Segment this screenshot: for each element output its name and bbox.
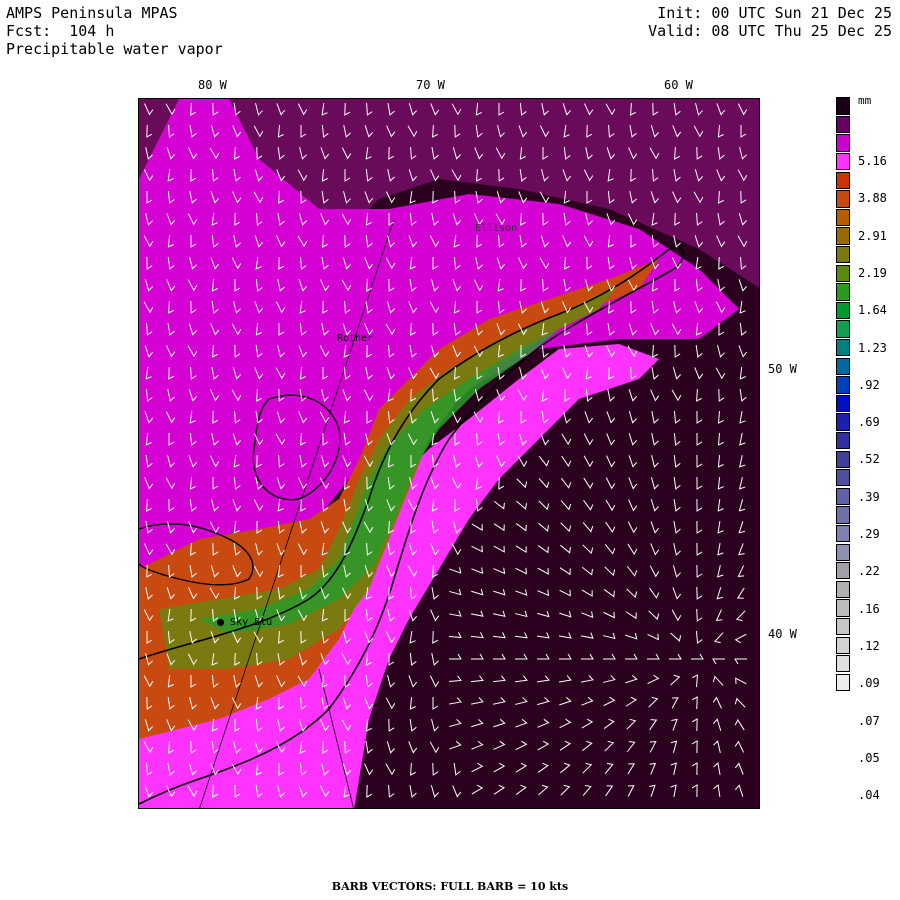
legend-label: 2.19 (858, 265, 887, 280)
map-canvas (139, 99, 759, 808)
station-ellison[interactable]: Ellison (475, 223, 517, 234)
legend-color-box (836, 543, 850, 561)
legend-color-box (836, 115, 850, 134)
legend-label: .09 (858, 676, 880, 691)
legend-label: .52 (858, 452, 880, 467)
legend-color-box (836, 673, 850, 691)
legend-color-box (836, 97, 850, 115)
legend-color-box (836, 394, 850, 413)
longitude-label-60w: 60 W (664, 78, 693, 92)
legend-color-box (836, 431, 850, 450)
legend-color-box (836, 376, 850, 394)
station-rother[interactable]: Rother (337, 333, 373, 344)
legend-color-box (836, 320, 850, 338)
legend-color-box (836, 655, 850, 673)
legend-color-box (836, 134, 850, 152)
legend-label: 5.16 (858, 154, 887, 168)
legend-color-box (836, 599, 850, 617)
map-panel[interactable]: Sky Blu Rother Ellison (138, 98, 760, 809)
legend-label: .29 (858, 527, 880, 541)
legend-color-box (836, 153, 850, 171)
legend-label: 2.91 (858, 228, 887, 243)
latitude-label-50w: 50 W (768, 362, 797, 376)
legend-color-box (836, 562, 850, 580)
legend-color-box (836, 264, 850, 282)
barb-vector-note: BARB VECTORS: FULL BARB = 10 kts (331, 880, 569, 893)
legend-label: .22 (858, 564, 880, 579)
legend-color-box (836, 357, 850, 375)
legend-label: .04 (858, 788, 880, 803)
legend-label: 1.64 (858, 303, 887, 318)
legend-color-box (836, 506, 850, 524)
legend-color-box (836, 246, 850, 264)
color-legend (836, 96, 850, 691)
legend-label: .92 (858, 377, 880, 392)
legend-color-box (836, 301, 850, 320)
legend-color-box (836, 171, 850, 189)
legend-units: mm (858, 94, 872, 107)
legend-color-box (836, 208, 850, 227)
longitude-label-80w: 80 W (198, 78, 227, 92)
legend-color-box (836, 450, 850, 468)
legend-color-box (836, 487, 850, 506)
valid-time: Valid: 08 UTC Thu 25 Dec 25 (648, 22, 892, 40)
legend-color-box (836, 617, 850, 636)
legend-color-box (836, 469, 850, 487)
station-label: Rother (337, 333, 374, 344)
legend-color-box (836, 339, 850, 357)
legend-label: .39 (858, 489, 880, 504)
station-label: Ellison (475, 223, 518, 234)
legend-color-box (836, 524, 850, 543)
legend-label: .07 (858, 713, 880, 728)
latitude-label-40w: 40 W (768, 627, 797, 641)
station-sky-blu[interactable]: Sky Blu (217, 617, 272, 629)
station-dot-icon (217, 619, 224, 626)
station-label: Sky Blu (230, 617, 273, 628)
legend-label: .16 (858, 601, 880, 616)
init-time: Init: 00 UTC Sun 21 Dec 25 (657, 4, 892, 22)
forecast-hour: Fcst: 104 h (6, 22, 115, 40)
legend-color-box (836, 580, 850, 599)
legend-label: 3.88 (858, 191, 887, 206)
legend-color-box (836, 636, 850, 654)
header-left: AMPS Peninsula MPAS Fcst: 104 h Precipitab… (6, 4, 223, 58)
legend-label: .12 (858, 638, 880, 653)
legend-color-box (836, 283, 850, 301)
legend-label: .05 (858, 750, 880, 765)
header-right: Init: 00 UTC Sun 21 Dec 25 Valid: 08 UTC … (648, 4, 892, 40)
legend-color-box (836, 413, 850, 431)
legend-color-box (836, 227, 850, 245)
legend-label: .69 (858, 415, 880, 430)
legend-label: 1.23 (858, 340, 887, 355)
longitude-label-70w: 70 W (416, 78, 445, 92)
legend-color-box (836, 190, 850, 208)
model-title: AMPS Peninsula MPAS (6, 4, 178, 22)
field-name: Precipitable water vapor (6, 40, 223, 58)
